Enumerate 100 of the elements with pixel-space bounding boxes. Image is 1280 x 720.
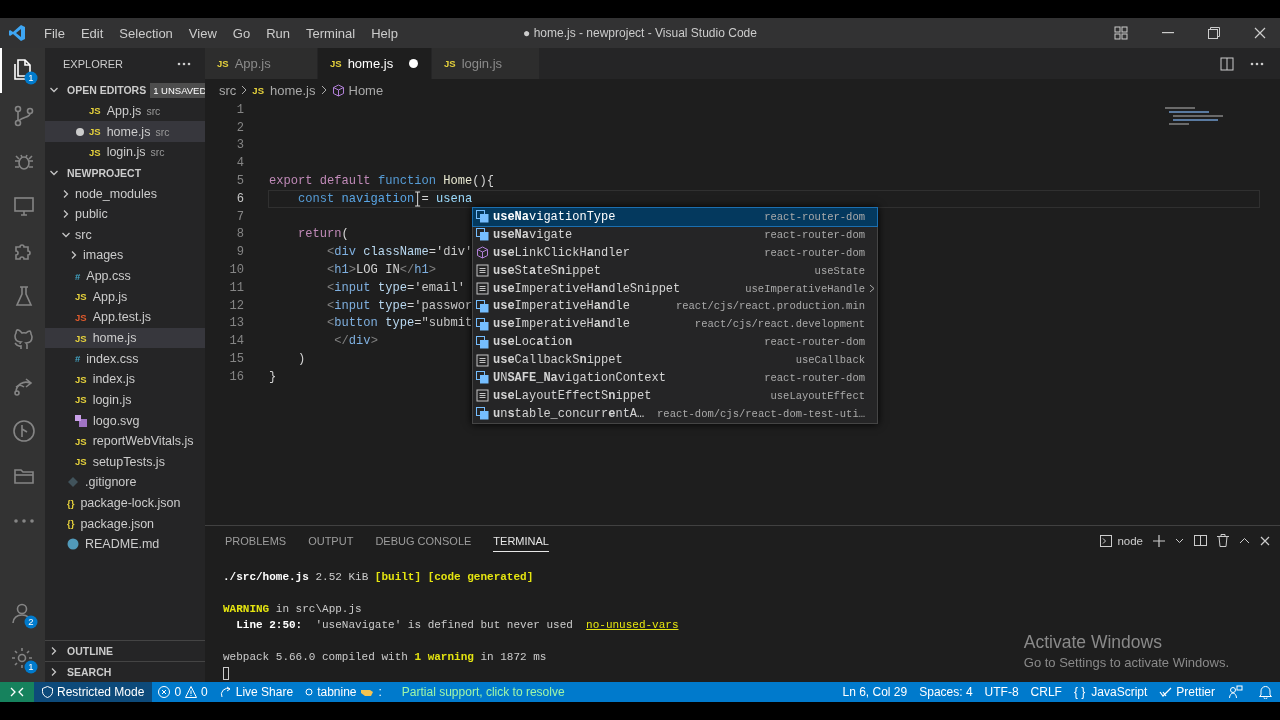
file-tree-item[interactable]: images	[45, 245, 205, 266]
trash-icon[interactable]	[1217, 534, 1229, 547]
chevron-icon[interactable]	[869, 284, 875, 293]
menu-item[interactable]: Go	[224, 25, 259, 41]
file-tree-item[interactable]: {} package-lock.json	[45, 492, 205, 514]
suggestion-item[interactable]: useCallbackSnippet useCallback	[473, 351, 877, 369]
breadcrumb[interactable]: src	[219, 82, 237, 98]
file-tree-item[interactable]: JS reportWebVitals.js	[45, 430, 205, 452]
breadcrumb[interactable]: Home	[348, 82, 384, 98]
open-editor-item[interactable]: JS App.js src	[45, 100, 205, 122]
open-editor-item[interactable]: JS home.js src	[45, 121, 205, 142]
chevron-icon	[240, 85, 249, 95]
problems-button[interactable]: 0 0	[152, 682, 214, 702]
suggestion-item[interactable]: useImperativeHandleSnippet useImperativeHandle	[473, 279, 877, 298]
status-message[interactable]: Partial support, click to resolve	[395, 682, 571, 702]
editor-tab[interactable]: JS App.js	[205, 48, 318, 79]
suggestion-item[interactable]: useNavigationType react-router-dom	[473, 208, 877, 226]
settings-button[interactable]: 1	[0, 637, 45, 682]
restricted-mode-button[interactable]: Restricted Mode	[34, 682, 153, 702]
file-tree-item[interactable]: # index.css	[45, 348, 205, 369]
editor-tab[interactable]: JS login.js	[432, 48, 540, 79]
menu-item[interactable]: Help	[363, 25, 406, 41]
file-tree-item[interactable]: {} package.json	[45, 513, 205, 535]
suggestion-item[interactable]: useStateSnippet useState	[473, 261, 877, 280]
suggestion-item[interactable]: UNSAFE_NavigationContext react-router-dom	[473, 369, 877, 387]
chevron-icon[interactable]	[69, 250, 79, 261]
status-item[interactable]: Ln 6, Col 29	[836, 682, 914, 702]
chevron-up-icon[interactable]	[1239, 537, 1250, 544]
file-tree-item[interactable]: JS App.js	[45, 286, 205, 308]
tabnine-button[interactable]: tabnine :	[299, 682, 388, 702]
file-tree-item[interactable]: JS home.js	[45, 327, 205, 349]
file-tree-item[interactable]: JS App.test.js	[45, 307, 205, 328]
code-line: return(	[297, 227, 349, 242]
chevron-icon[interactable]	[49, 646, 59, 656]
snippet-icon	[476, 389, 489, 403]
file-type-icon: JS	[75, 456, 87, 468]
restore-icon[interactable]	[1208, 27, 1220, 39]
file-tree-item[interactable]: JS index.js	[45, 368, 205, 390]
chevron-icon[interactable]	[61, 188, 71, 199]
file-tree-item[interactable]: # App.css	[45, 265, 205, 287]
panel-tab[interactable]: PROBLEMS	[225, 529, 287, 552]
code-line: <button type="submit	[326, 316, 473, 331]
file-tree-item[interactable]: src	[45, 224, 205, 246]
close-icon[interactable]	[1260, 535, 1270, 546]
section-header[interactable]: NEWPROJECT	[45, 162, 205, 184]
chevron-icon[interactable]	[49, 667, 59, 677]
suggestion-item[interactable]: useImperativeHandle react/cjs/react.production.min	[473, 297, 877, 316]
remote-button[interactable]	[0, 682, 34, 702]
open-editor-item[interactable]: JS login.js src	[45, 141, 205, 163]
prettier-button[interactable]: Prettier	[1153, 682, 1221, 702]
menu-item[interactable]: Edit	[72, 25, 112, 41]
git-graph-icon[interactable]	[11, 418, 36, 443]
file-tree-item[interactable]: public	[45, 203, 205, 225]
file-tree-item[interactable]: JS setupTests.js	[45, 451, 205, 473]
file-tree-item[interactable]: node_modules	[45, 183, 205, 204]
split-editor-icon[interactable]	[1220, 56, 1234, 71]
more-icon[interactable]	[1250, 61, 1264, 66]
chevron-icon[interactable]	[61, 209, 71, 220]
panel-tab[interactable]: OUTPUT	[308, 529, 354, 552]
panel-tab[interactable]: DEBUG CONSOLE	[375, 529, 472, 552]
terminal-selector[interactable]: node	[1100, 534, 1143, 547]
language-mode-button[interactable]: { } JavaScript	[1067, 682, 1154, 702]
file-tree-item[interactable]: logo.svg	[45, 410, 205, 431]
file-type-icon: JS	[75, 332, 87, 344]
breadcrumb[interactable]: home.js	[269, 82, 316, 98]
plus-icon[interactable]	[1153, 534, 1165, 547]
suggestion-item[interactable]: useLinkClickHandler react-router-dom	[473, 243, 877, 262]
line-number: 3	[235, 138, 244, 153]
editor-tab[interactable]: JS home.js	[318, 48, 432, 79]
live-share-button[interactable]: Live Share	[213, 682, 300, 702]
file-type-icon: JS	[75, 435, 87, 447]
file-tree-item[interactable]: README.md	[45, 534, 205, 555]
suggestion-item[interactable]: unstable_concurrentA… react-dom/cjs/react-dom-test-uti…	[473, 404, 877, 423]
file-tree-item[interactable]: .gitignore	[45, 472, 205, 493]
code-line: <div className='div'	[326, 245, 473, 260]
minimize-icon[interactable]	[1162, 32, 1174, 34]
menu-item[interactable]: Selection	[111, 25, 181, 41]
line-number: 9	[235, 245, 244, 260]
terminal-line: WARNING in src\App.js	[223, 602, 362, 617]
menu-item[interactable]: Terminal	[298, 25, 364, 41]
status-item[interactable]: UTF-8	[978, 682, 1025, 702]
suggestion-item[interactable]: useNavigate react-router-dom	[473, 225, 877, 244]
suggestion-item[interactable]: useLocation react-router-dom	[473, 333, 877, 352]
layout-icon[interactable]	[1114, 26, 1128, 40]
suggestion-item[interactable]: useImperativeHandle react/cjs/react.development	[473, 315, 877, 334]
chevron-icon[interactable]	[1175, 537, 1184, 544]
panel-tab[interactable]: TERMINAL	[493, 529, 549, 552]
split-icon[interactable]	[1194, 534, 1207, 547]
more-icon[interactable]	[177, 62, 191, 66]
menu-item[interactable]: File	[36, 25, 73, 41]
status-item[interactable]: Spaces: 4	[913, 682, 979, 702]
status-item[interactable]: CRLF	[1024, 682, 1068, 702]
terminal-line: Line 2:50: 'useNavigate' is defined but never used no-unused-vars	[235, 619, 679, 631]
close-icon[interactable]	[1254, 27, 1266, 39]
file-type-icon: JS	[75, 373, 87, 385]
menu-item[interactable]: Run	[258, 25, 298, 41]
accounts-button[interactable]: 2	[0, 592, 45, 637]
suggestion-item[interactable]: useLayoutEffectSnippet useLayoutEffect	[473, 386, 877, 405]
file-tree-item[interactable]: JS login.js	[45, 389, 205, 411]
menu-item[interactable]: View	[180, 25, 225, 41]
